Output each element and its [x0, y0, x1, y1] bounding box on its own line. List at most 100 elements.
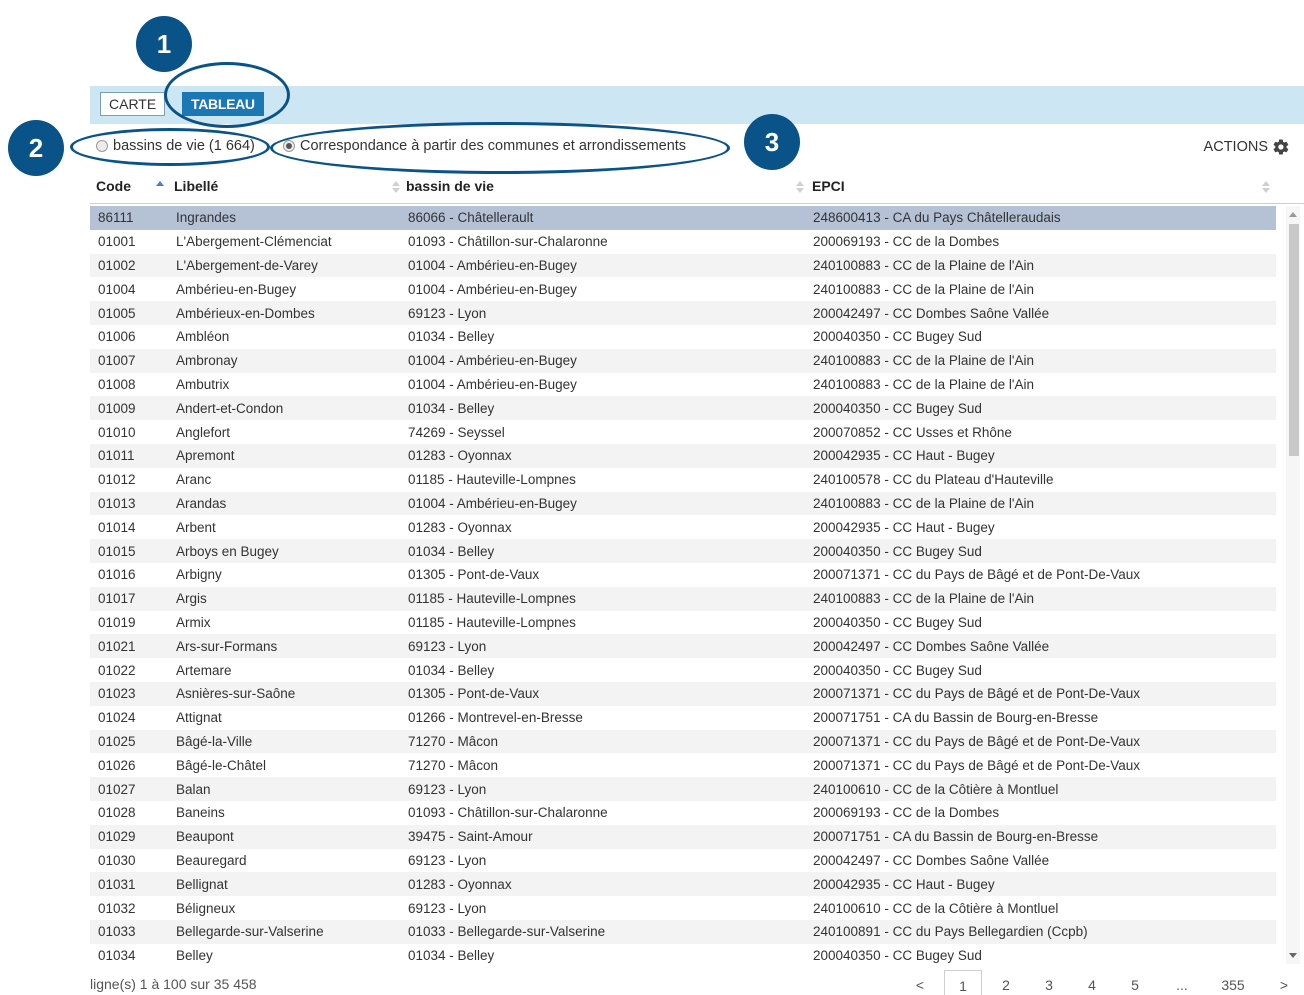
table-row[interactable]: 01001 L'Abergement-Clémenciat 01093 - Chât… [90, 230, 1276, 254]
view-tab-bar: CARTE TABLEAU [90, 86, 1304, 124]
pager-page-last[interactable]: 355 [1216, 970, 1250, 995]
cell-bassin: 01004 - Ambérieu-en-Bugey [408, 281, 577, 297]
cell-epci: 200071371 - CC du Pays de Bâgé et de Pon… [813, 567, 1140, 583]
cell-libelle: Arbent [176, 519, 216, 535]
cell-epci: 200040350 - CC Bugey Sud [813, 329, 982, 345]
radio-bassins-de-vie[interactable]: bassins de vie (1 664) [96, 138, 255, 154]
table-row[interactable]: 01030 Beauregard 69123 - Lyon 200042497 - C… [90, 849, 1276, 873]
pager-page-5[interactable]: 5 [1125, 970, 1145, 995]
column-header-code[interactable]: Code [96, 178, 131, 194]
cell-bassin: 01004 - Ambérieu-en-Bugey [408, 376, 577, 392]
cell-libelle: Aranc [176, 472, 212, 488]
scroll-down-arrow-icon[interactable] [1289, 953, 1297, 958]
cell-epci: 200071751 - CA du Bassin de Bourg-en-Bre… [813, 710, 1099, 726]
table-row[interactable]: 01032 Béligneux 69123 - Lyon 240100610 - CC… [90, 896, 1276, 920]
cell-epci: 240100883 - CC de la Plaine de l'Ain [813, 353, 1034, 369]
cell-bassin: 01185 - Hauteville-Lompnes [408, 472, 576, 488]
table-header: Code Libellé bassin de vie EPCI [90, 170, 1304, 204]
table-row[interactable]: 86111 Ingrandes 86066 - Châtellerault 24860… [90, 206, 1276, 230]
table-row[interactable]: 01021 Ars-sur-Formans 69123 - Lyon 20004249… [90, 634, 1276, 659]
cell-libelle: Ambérieu-en-Bugey [176, 281, 297, 297]
table-row[interactable]: 01010 Anglefort 74269 - Seyssel 200070852 -… [90, 420, 1276, 444]
scroll-thumb[interactable] [1289, 224, 1299, 456]
cell-libelle: Beauregard [176, 852, 247, 868]
cell-bassin: 01034 - Belley [408, 662, 495, 678]
cell-epci: 240100883 - CC de la Plaine de l'Ain [813, 257, 1034, 273]
column-header-libelle[interactable]: Libellé [174, 178, 218, 194]
table-row[interactable]: 01027 Balan 69123 - Lyon 240100610 - CC de … [90, 777, 1276, 801]
column-header-epci[interactable]: EPCI [812, 178, 845, 194]
cell-libelle: Artemare [176, 662, 232, 678]
cell-epci: 240100578 - CC du Plateau d'Hauteville [813, 472, 1054, 488]
sort-icon[interactable] [796, 180, 804, 194]
cell-code: 01027 [98, 781, 136, 797]
table-row[interactable]: 01034 Belley 01034 - Belley 200040350 - CC … [90, 944, 1276, 964]
table-row[interactable]: 01012 Aranc 01185 - Hauteville-Lompnes 2401… [90, 468, 1276, 492]
table-row[interactable]: 01015 Arboys en Bugey 01034 - Belley 200040… [90, 539, 1276, 563]
table-row[interactable]: 01028 Baneins 01093 - Châtillon-sur-Chalar… [90, 801, 1276, 825]
cell-code: 01025 [98, 733, 136, 749]
scroll-up-arrow-icon[interactable] [1289, 212, 1297, 217]
table-row[interactable]: 01007 Ambronay 01004 - Ambérieu-en-Bugey 24… [90, 348, 1276, 373]
cell-bassin: 01305 - Pont-de-Vaux [408, 686, 540, 702]
cell-bassin: 71270 - Mâcon [408, 733, 499, 749]
table-row[interactable]: 01031 Bellignat 01283 - Oyonnax 200042935 -… [90, 872, 1276, 897]
cell-epci: 240100610 - CC de la Côtière à Montluel [813, 781, 1059, 797]
cell-bassin: 69123 - Lyon [408, 900, 487, 916]
cell-bassin: 01004 - Ambérieu-en-Bugey [408, 257, 577, 273]
table-row[interactable]: 01011 Apremont 01283 - Oyonnax 200042935 - … [90, 443, 1276, 468]
table-row[interactable]: 01029 Beaupont 39475 - Saint-Amour 20007175… [90, 824, 1276, 849]
column-bassin-label: bassin de vie [406, 178, 494, 194]
pager-page-2[interactable]: 2 [996, 970, 1016, 995]
cell-epci: 200071371 - CC du Pays de Bâgé et de Pon… [813, 733, 1140, 749]
radio-correspondance[interactable]: Correspondance à partir des communes et … [283, 138, 686, 154]
radio-bassins-label: bassins de vie (1 664) [113, 138, 255, 154]
table-row[interactable]: 01013 Arandas 01004 - Ambérieu-en-Bugey 240… [90, 491, 1276, 516]
cell-bassin: 01283 - Oyonnax [408, 448, 512, 464]
actions-button[interactable]: ACTIONS [1204, 138, 1290, 156]
table-row[interactable]: 01017 Argis 01185 - Hauteville-Lompnes 2401… [90, 586, 1276, 611]
pager-prev[interactable]: < [912, 970, 928, 995]
table-row[interactable]: 01005 Ambérieux-en-Dombes 69123 - Lyon 2000… [90, 301, 1276, 325]
table-row[interactable]: 01024 Attignat 01266 - Montrevel-en-Bresse… [90, 706, 1276, 730]
radio-button-bassins[interactable] [96, 140, 108, 152]
table-row[interactable]: 01023 Asnières-sur-Saône 01305 - Pont-de-V… [90, 681, 1276, 706]
pager-page-4[interactable]: 4 [1082, 970, 1102, 995]
cell-libelle: Ambérieux-en-Dombes [176, 305, 315, 321]
pager-next[interactable]: > [1276, 970, 1292, 995]
table-row[interactable]: 01016 Arbigny 01305 - Pont-de-Vaux 20007137… [90, 563, 1276, 587]
cell-bassin: 01185 - Hauteville-Lompnes [408, 591, 576, 607]
table-row[interactable]: 01002 L'Abergement-de-Varey 01004 - Ambéri… [90, 253, 1276, 278]
table-scrollbar[interactable] [1286, 206, 1300, 964]
radio-button-correspondance[interactable] [283, 140, 295, 152]
cell-libelle: Béligneux [176, 900, 236, 916]
cell-bassin: 01093 - Châtillon-sur-Chalaronne [408, 805, 608, 821]
table-row[interactable]: 01009 Andert-et-Condon 01034 - Belley 20004… [90, 396, 1276, 421]
cell-bassin: 01266 - Montrevel-en-Bresse [408, 710, 583, 726]
pager-page-3[interactable]: 3 [1039, 970, 1059, 995]
cell-epci: 200040350 - CC Bugey Sud [813, 948, 982, 964]
tab-carte[interactable]: CARTE [100, 92, 166, 116]
table-row[interactable]: 01025 Bâgé-la-Ville 71270 - Mâcon 200071371… [90, 729, 1276, 754]
sort-icon[interactable] [1262, 180, 1270, 194]
sort-icon[interactable] [392, 180, 400, 194]
cell-code: 01021 [98, 638, 136, 654]
sort-asc-icon[interactable] [156, 180, 164, 194]
table-row[interactable]: 01022 Artemare 01034 - Belley 200040350 - C… [90, 658, 1276, 682]
table-row[interactable]: 01014 Arbent 01283 - Oyonnax 200042935 - CC… [90, 515, 1276, 539]
cell-code: 01017 [98, 591, 136, 607]
table-row[interactable]: 01033 Bellegarde-sur-Valserine 01033 - Bel… [90, 919, 1276, 944]
cell-libelle: Ingrandes [176, 210, 237, 226]
cell-libelle: Bellignat [176, 876, 228, 892]
pager-page-1[interactable]: 1 [944, 970, 982, 995]
table-row[interactable]: 01004 Ambérieu-en-Bugey 01004 - Ambérieu-e… [90, 277, 1276, 301]
cell-libelle: Ambutrix [176, 376, 230, 392]
cell-code: 01019 [98, 614, 136, 630]
cell-libelle: Ambronay [176, 353, 238, 369]
table-row[interactable]: 01006 Ambléon 01034 - Belley 200040350 - CC… [90, 325, 1276, 349]
table-row[interactable]: 01008 Ambutrix 01004 - Ambérieu-en-Bugey 24… [90, 373, 1276, 397]
table-row[interactable]: 01019 Armix 01185 - Hauteville-Lompnes 2000… [90, 611, 1276, 635]
tab-tableau[interactable]: TABLEAU [182, 92, 264, 116]
table-row[interactable]: 01026 Bâgé-le-Châtel 71270 - Mâcon 20007137… [90, 753, 1276, 777]
column-header-bassin[interactable]: bassin de vie [406, 178, 494, 194]
